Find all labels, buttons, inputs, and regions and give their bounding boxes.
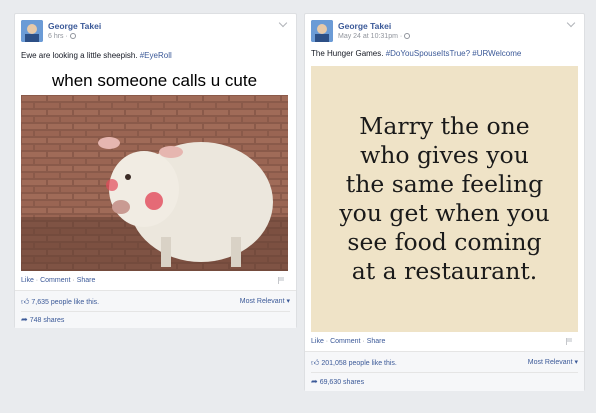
share-link[interactable]: Share bbox=[77, 277, 96, 284]
shares-count[interactable]: 69,630 shares bbox=[320, 379, 364, 386]
post-header: George Takei 6 hrs · bbox=[21, 20, 302, 46]
comment-link[interactable]: Comment bbox=[40, 277, 70, 284]
quote-line: the same feeling bbox=[345, 170, 544, 198]
shares-count[interactable]: 748 shares bbox=[30, 317, 65, 324]
sort-dropdown[interactable]: Most Relevant ▾ bbox=[240, 297, 290, 305]
globe-icon bbox=[69, 33, 76, 40]
post-image[interactable]: when someone calls u cute bbox=[21, 67, 288, 271]
likes-row: 👍︎ 201,058 people like this. Most Relevan… bbox=[311, 358, 578, 372]
post-timestamp[interactable]: 6 hrs · bbox=[48, 33, 76, 40]
avatar[interactable] bbox=[21, 20, 43, 42]
shares-row: ➦ 69,630 shares bbox=[311, 377, 578, 391]
author-name[interactable]: George Takei bbox=[338, 21, 391, 31]
post-header: George Takei May 24 at 10:31pm · bbox=[311, 20, 590, 46]
quote-line: at a restaurant. bbox=[351, 257, 538, 285]
post-caption: The Hunger Games. #DoYouSpouseItsTrue? #… bbox=[311, 49, 522, 58]
quote-text: Marry the one who gives you the same fee… bbox=[325, 112, 565, 286]
caret-down-icon: ▾ bbox=[574, 359, 578, 366]
comment-link[interactable]: Comment bbox=[330, 338, 360, 345]
thumbs-up-icon: 👍︎ bbox=[311, 358, 320, 367]
share-arrow-icon: ➦ bbox=[21, 315, 28, 324]
thumbs-up-icon: 👍︎ bbox=[21, 297, 30, 306]
post-image[interactable]: Marry the one who gives you the same fee… bbox=[311, 66, 578, 332]
sort-dropdown[interactable]: Most Relevant ▾ bbox=[528, 358, 578, 366]
avatar[interactable] bbox=[311, 20, 333, 42]
likes-count[interactable]: 201,058 people like this. bbox=[321, 360, 397, 367]
hashtag-link[interactable]: #DoYouSpouseItsTrue? #URWelcome bbox=[386, 49, 522, 58]
hashtag-link[interactable]: #EyeRoll bbox=[140, 51, 172, 60]
sheep-photo bbox=[21, 67, 288, 271]
like-link[interactable]: Like bbox=[311, 338, 324, 345]
quote-line: Marry the one bbox=[359, 112, 530, 140]
likes-count[interactable]: 7,635 people like this. bbox=[31, 299, 99, 306]
share-arrow-icon: ➦ bbox=[311, 377, 318, 386]
flag-icon[interactable] bbox=[278, 277, 284, 284]
caret-down-icon: ▾ bbox=[286, 298, 290, 305]
quote-line: see food coming bbox=[347, 228, 542, 256]
divider bbox=[21, 311, 290, 312]
post-caption: Ewe are looking a little sheepish. #EyeR… bbox=[21, 51, 172, 60]
divider bbox=[311, 372, 578, 373]
quote-line: you get when you bbox=[339, 199, 550, 227]
ufi-section: 👍︎ 201,058 people like this. Most Relevan… bbox=[305, 351, 584, 391]
post-actions: Like · Comment · Share bbox=[311, 338, 386, 345]
post-actions: Like · Comment · Share bbox=[21, 277, 96, 284]
share-link[interactable]: Share bbox=[367, 338, 386, 345]
meme-caption: when someone calls u cute bbox=[21, 67, 288, 95]
post-card-2: George Takei May 24 at 10:31pm · The Hun… bbox=[304, 13, 585, 391]
likes-row: 👍︎ 7,635 people like this. Most Relevant … bbox=[21, 297, 290, 311]
author-name[interactable]: George Takei bbox=[48, 21, 101, 31]
like-link[interactable]: Like bbox=[21, 277, 34, 284]
flag-icon[interactable] bbox=[566, 338, 572, 345]
ufi-section: 👍︎ 7,635 people like this. Most Relevant … bbox=[15, 290, 296, 328]
quote-line: who gives you bbox=[360, 141, 529, 169]
post-card-1: George Takei 6 hrs · Ewe are looking a l… bbox=[14, 13, 297, 328]
post-timestamp[interactable]: May 24 at 10:31pm · bbox=[338, 33, 411, 40]
shares-row: ➦ 748 shares bbox=[21, 315, 290, 329]
globe-icon bbox=[404, 33, 411, 40]
